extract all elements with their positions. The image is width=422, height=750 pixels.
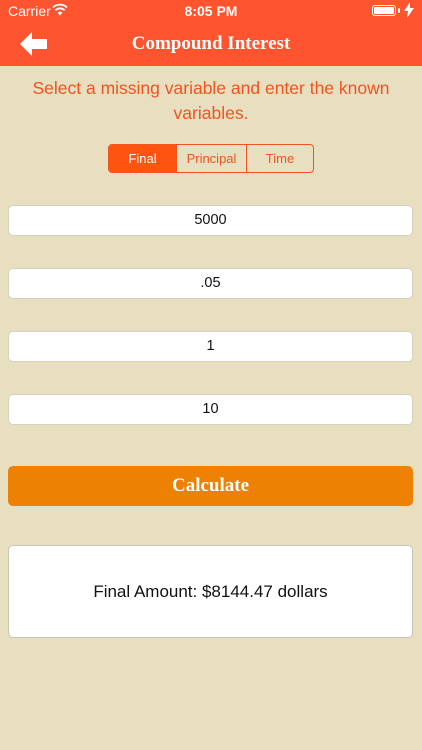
- segment-time[interactable]: Time: [246, 145, 313, 172]
- result-box: Final Amount: $8144.47 dollars: [8, 545, 413, 638]
- battery-nub: [398, 8, 400, 13]
- charging-bolt-icon: [404, 2, 414, 21]
- navigation-bar: Compound Interest: [0, 22, 422, 66]
- compounds-field[interactable]: 1: [8, 331, 413, 362]
- page-title: Compound Interest: [131, 33, 291, 54]
- years-field[interactable]: 10: [8, 394, 413, 425]
- final-amount-field[interactable]: 5000: [8, 205, 413, 236]
- instructions-text: Select a missing variable and enter the …: [32, 78, 390, 123]
- rate-field[interactable]: .05: [8, 268, 413, 299]
- status-bar: Carrier 8:05 PM: [0, 0, 422, 22]
- variable-selector: Final Principal Time: [108, 144, 314, 173]
- status-time: 8:05 PM: [184, 3, 238, 19]
- calculate-button[interactable]: Calculate: [8, 466, 413, 506]
- segment-principal[interactable]: Principal: [176, 145, 246, 172]
- battery-icon: [372, 5, 396, 16]
- result-text: Final Amount: $8144.47 dollars: [93, 581, 328, 601]
- segment-final[interactable]: Final: [109, 145, 176, 172]
